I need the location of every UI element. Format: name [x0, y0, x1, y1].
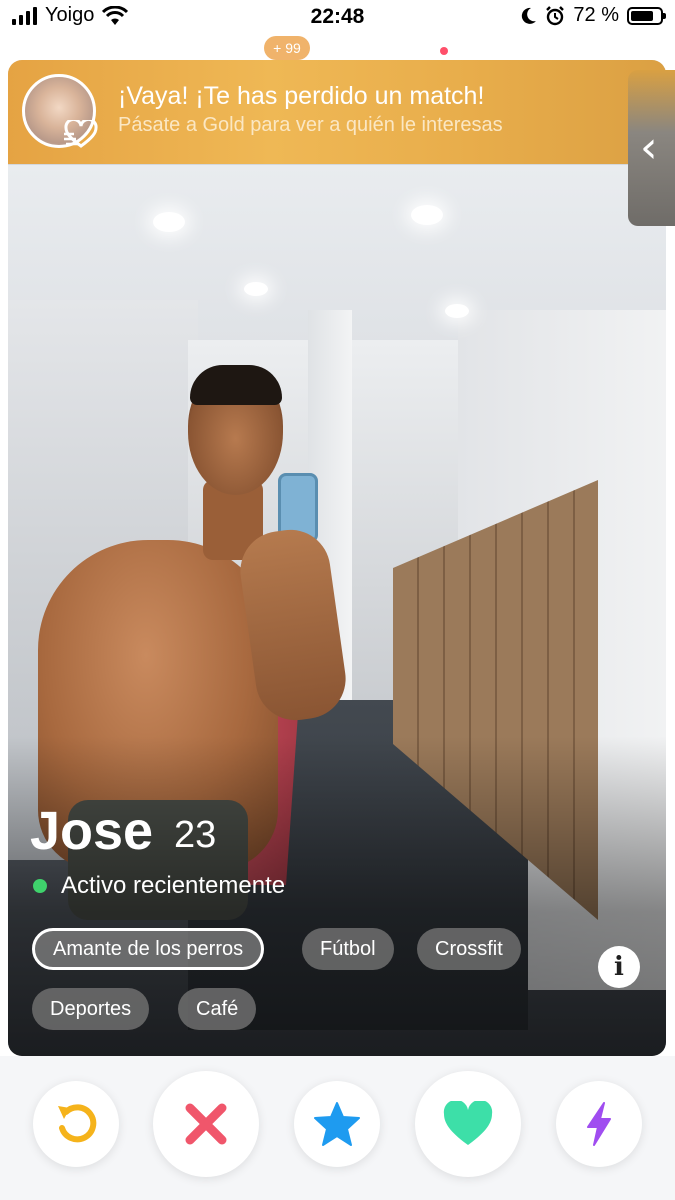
interest-tag[interactable]: Deportes	[32, 988, 150, 1030]
interest-tag[interactable]: Amante de los perros	[32, 928, 265, 970]
boost-button[interactable]	[556, 1081, 642, 1167]
status-bar-right: 72 %	[519, 4, 666, 27]
like-icon	[443, 1101, 493, 1145]
heart-hands-icon	[64, 120, 98, 148]
activity-status-label: Activo recientemente	[61, 872, 286, 899]
notification-dot	[440, 47, 448, 55]
boost-icon	[587, 1102, 611, 1146]
info-icon[interactable]: i	[598, 946, 640, 988]
super-like-icon	[314, 1102, 360, 1146]
action-bar	[0, 1056, 675, 1200]
alarm-icon	[546, 5, 565, 25]
photo-person-hair	[190, 365, 282, 405]
banner-subtitle: Pásate a Gold para ver a quién le intere…	[118, 114, 503, 136]
notification-badge[interactable]: + 99	[264, 36, 310, 60]
ceiling-light	[411, 205, 443, 225]
nope-button[interactable]	[153, 1071, 259, 1177]
battery-icon	[627, 6, 666, 25]
chevron-left-icon: ‹	[640, 122, 658, 173]
online-dot-icon	[33, 879, 47, 893]
interest-tag[interactable]: Fútbol	[302, 928, 394, 970]
banner-title: ¡Vaya! ¡Te has perdido un match!	[118, 82, 485, 110]
ceiling-light	[244, 282, 268, 296]
side-panel-tab[interactable]: ‹	[628, 70, 675, 226]
activity-status: Activo recientemente	[33, 872, 285, 900]
rewind-button[interactable]	[33, 1081, 119, 1167]
nope-icon	[185, 1103, 227, 1145]
moon-icon	[522, 7, 537, 24]
ceiling-light	[153, 212, 185, 232]
interest-tag[interactable]: Café	[178, 988, 257, 1030]
profile-age: 23	[174, 814, 217, 856]
profile-name: Jose	[30, 801, 154, 861]
like-button[interactable]	[415, 1071, 521, 1177]
profile-card[interactable]: ¡Vaya! ¡Te has perdido un match! Pásate …	[8, 60, 666, 1056]
ceiling-light	[445, 304, 469, 318]
super-like-button[interactable]	[294, 1081, 380, 1167]
interest-tag[interactable]: Crossfit	[417, 928, 521, 970]
gold-upsell-banner[interactable]: ¡Vaya! ¡Te has perdido un match! Pásate …	[8, 60, 666, 164]
status-bar: Yoigo 22:48 72 %	[0, 0, 675, 36]
rewind-icon	[58, 1104, 97, 1143]
battery-percent: 72 %	[573, 4, 619, 26]
